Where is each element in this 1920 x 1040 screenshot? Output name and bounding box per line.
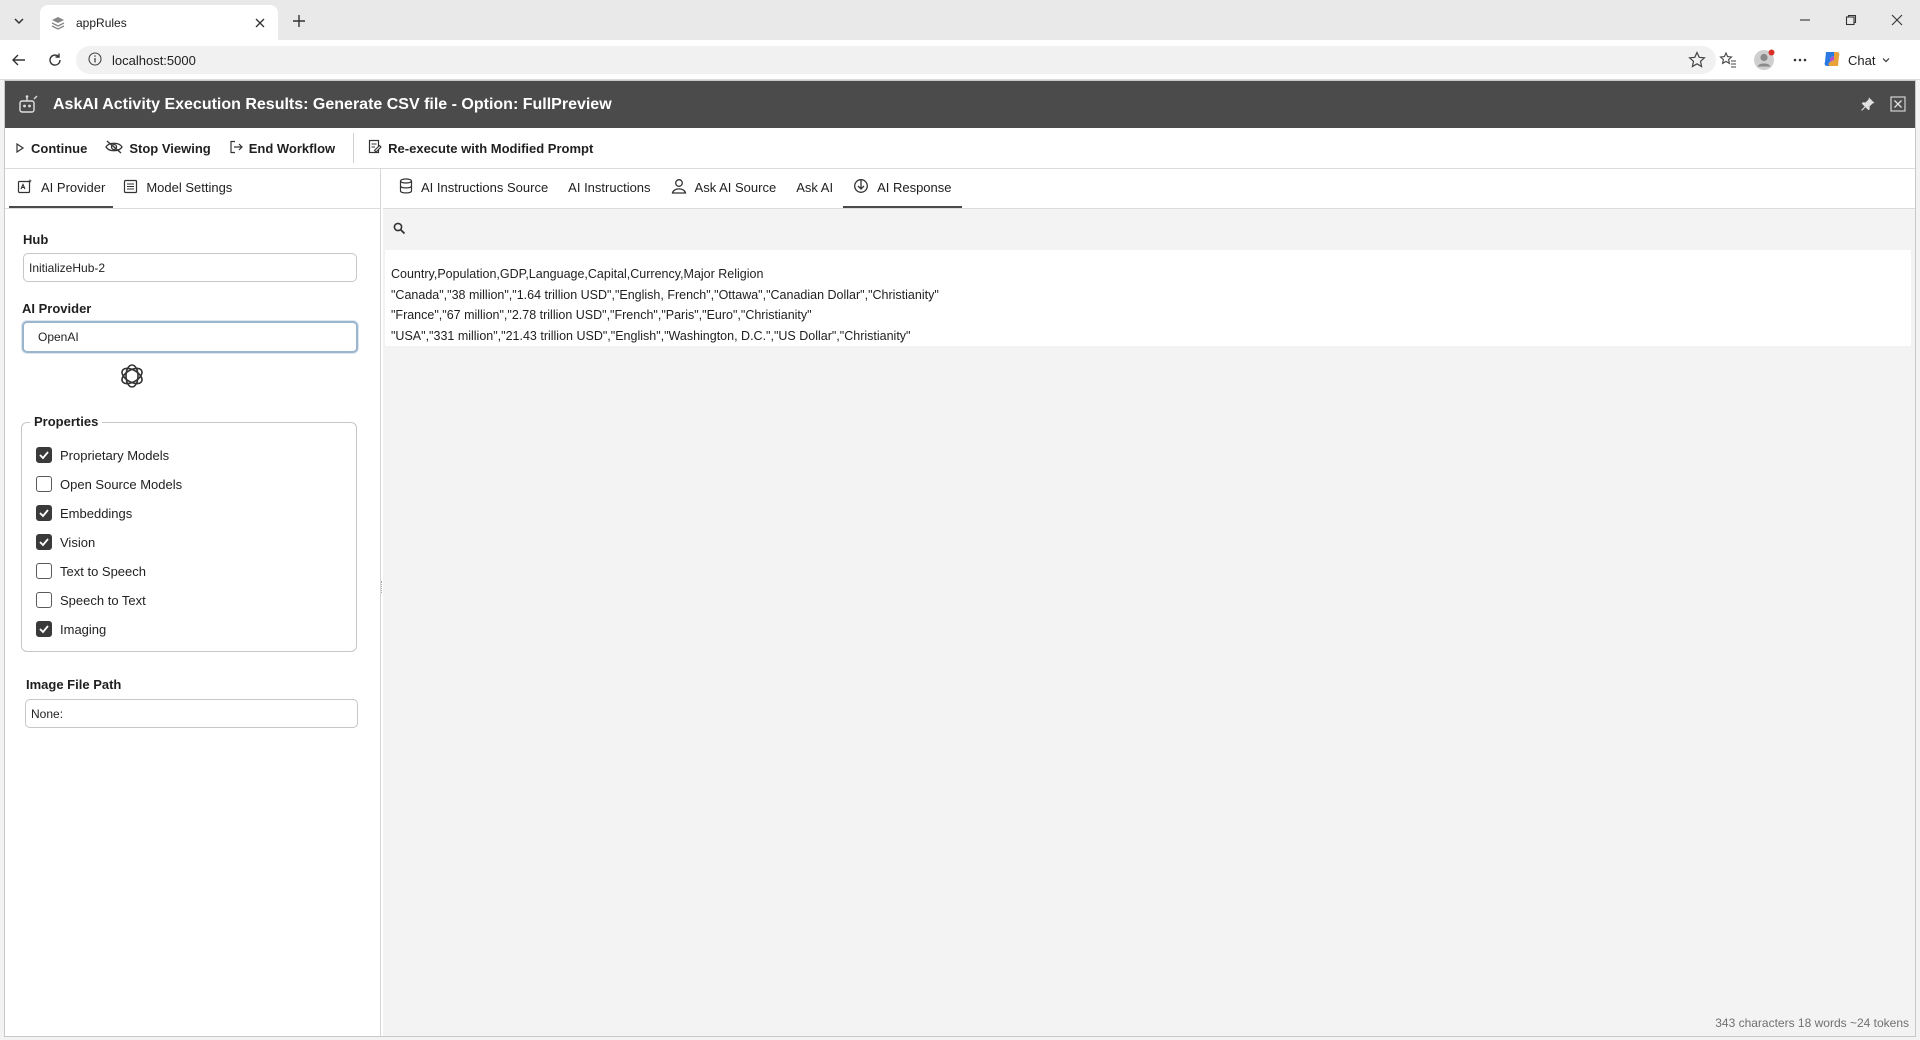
apprules-favicon-icon: [50, 15, 66, 31]
address-bar[interactable]: localhost:5000: [76, 46, 1716, 74]
continue-button[interactable]: Continue: [15, 133, 87, 163]
settings-list-icon: [123, 179, 138, 197]
tab-model-settings[interactable]: Model Settings: [115, 169, 240, 208]
toolbar-separator: [353, 133, 355, 163]
window-controls: [1782, 0, 1920, 40]
ai-provider-label: AI Provider: [22, 301, 92, 316]
tab-ai-instructions-source[interactable]: AI Instructions Source: [389, 169, 558, 208]
checkbox-unchecked-icon[interactable]: [36, 592, 52, 608]
left-tabs: AI Provider Model Settings: [5, 169, 380, 209]
tab-ask-ai[interactable]: Ask AI: [786, 169, 843, 208]
checkbox-embeddings[interactable]: Embeddings: [36, 505, 132, 521]
checkbox-open-source-models[interactable]: Open Source Models: [36, 476, 182, 492]
favorite-star-icon[interactable]: [1688, 51, 1706, 72]
checkbox-speech-to-text[interactable]: Speech to Text: [36, 592, 146, 608]
favorites-icon[interactable]: [1717, 49, 1739, 71]
document-edit-icon: [368, 139, 382, 157]
ai-response-output: Country,Population,GDP,Language,Capital,…: [385, 250, 1911, 346]
reexecute-button[interactable]: Re-execute with Modified Prompt: [368, 133, 593, 163]
tab-ask-ai-source[interactable]: Ask AI Source: [661, 169, 787, 208]
copilot-chat-button[interactable]: Chat: [1822, 48, 1891, 72]
checkbox-imaging[interactable]: Imaging: [36, 621, 106, 637]
more-options-icon[interactable]: [1789, 49, 1811, 71]
image-file-path-label: Image File Path: [26, 677, 122, 692]
app-window: AskAI Activity Execution Results: Genera…: [4, 80, 1916, 1037]
tab-close-icon[interactable]: [252, 15, 268, 31]
tab-list-chevron-icon[interactable]: [8, 10, 30, 32]
browser-tab-title: appRules: [76, 15, 127, 30]
end-workflow-button[interactable]: End Workflow: [229, 133, 335, 163]
new-tab-plus-icon[interactable]: [288, 10, 310, 32]
chat-label: Chat: [1848, 52, 1876, 68]
checkbox-checked-icon[interactable]: [36, 621, 52, 637]
browser-toolbar: localhost:5000 Chat: [0, 40, 1920, 80]
right-tabs: AI Instructions Source AI Instructions A…: [383, 169, 1915, 209]
restore-icon[interactable]: [1828, 0, 1874, 40]
response-search-bar[interactable]: [383, 210, 1915, 250]
url-text: localhost:5000: [112, 52, 196, 68]
ai-provider-select[interactable]: OpenAI: [22, 321, 358, 353]
eye-off-icon: [105, 139, 124, 157]
response-download-icon: [853, 178, 869, 197]
window-close-icon[interactable]: [1874, 0, 1920, 40]
left-panel: AI Provider Model Settings Hub Initializ…: [5, 169, 381, 1036]
browser-tab[interactable]: appRules: [40, 5, 278, 40]
checkbox-unchecked-icon[interactable]: [36, 563, 52, 579]
stop-viewing-button[interactable]: Stop Viewing: [105, 133, 211, 163]
dialog-close-icon[interactable]: [1887, 93, 1909, 115]
checkbox-vision[interactable]: Vision: [36, 534, 95, 550]
checkbox-unchecked-icon[interactable]: [36, 476, 52, 492]
checkbox-checked-icon[interactable]: [36, 534, 52, 550]
tab-ai-response[interactable]: AI Response: [843, 169, 962, 208]
action-toolbar: Continue Stop Viewing End Workflow Re-ex…: [5, 128, 1915, 169]
chat-chevron-icon: [1881, 53, 1891, 68]
image-file-path-field[interactable]: None:: [25, 699, 358, 728]
response-line: Country,Population,GDP,Language,Capital,…: [391, 267, 764, 281]
user-icon: [671, 178, 687, 197]
pin-icon[interactable]: [1857, 93, 1879, 115]
tab-ai-provider[interactable]: AI Provider: [9, 169, 114, 208]
checkbox-text-to-speech[interactable]: Text to Speech: [36, 563, 146, 579]
properties-legend: Properties: [30, 414, 103, 429]
response-stats: 343 characters 18 words ~24 tokens: [1715, 1016, 1909, 1030]
checkbox-checked-icon[interactable]: [36, 505, 52, 521]
activity-robot-icon: [15, 92, 41, 118]
hub-field[interactable]: InitializeHub-2: [23, 253, 357, 282]
app-titlebar: AskAI Activity Execution Results: Genera…: [5, 81, 1915, 128]
exit-icon: [229, 140, 243, 157]
search-icon[interactable]: [393, 222, 406, 238]
app-title: AskAI Activity Execution Results: Genera…: [53, 95, 612, 113]
openai-logo-icon: [121, 364, 143, 388]
minimize-icon[interactable]: [1782, 0, 1828, 40]
response-line: "USA","331 million","21.43 trillion USD"…: [391, 328, 911, 343]
back-arrow-icon[interactable]: [8, 49, 30, 71]
database-icon: [399, 178, 413, 197]
reload-icon[interactable]: [44, 49, 66, 71]
play-icon: [15, 141, 25, 156]
properties-group: Properties Proprietary Models Open Sourc…: [21, 414, 357, 652]
right-panel: AI Instructions Source AI Instructions A…: [383, 169, 1915, 1036]
response-line: "France","67 million","2.78 trillion USD…: [391, 308, 812, 322]
ai-provider-icon: [17, 178, 33, 197]
checkbox-checked-icon[interactable]: [36, 447, 52, 463]
copilot-icon: [1822, 49, 1842, 72]
tab-ai-instructions[interactable]: AI Instructions: [558, 169, 660, 208]
response-line: "Canada","38 million","1.64 trillion USD…: [391, 287, 939, 302]
profile-avatar-icon[interactable]: [1753, 49, 1775, 71]
browser-tabstrip: appRules: [0, 0, 1920, 40]
checkbox-proprietary-models[interactable]: Proprietary Models: [36, 447, 169, 463]
hub-label: Hub: [23, 232, 49, 247]
site-info-icon[interactable]: [88, 51, 102, 69]
